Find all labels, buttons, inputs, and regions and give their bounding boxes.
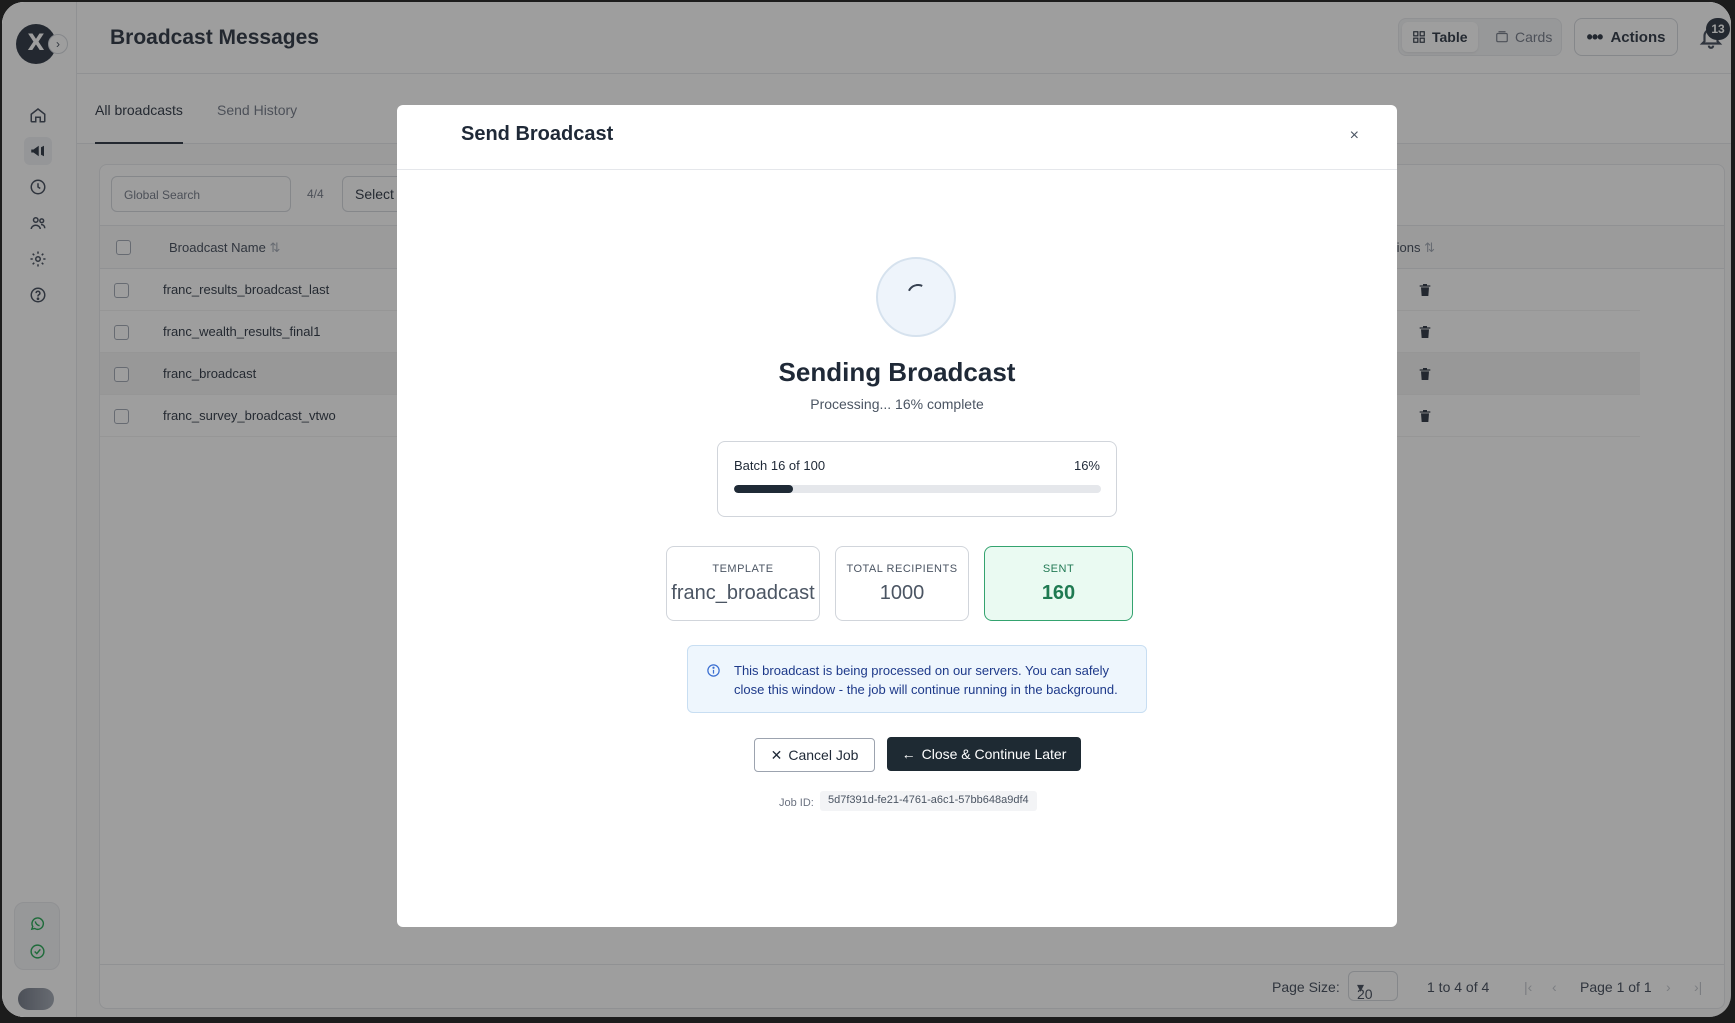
arrow-left-icon: ← — [901, 746, 916, 762]
modal-title: Send Broadcast — [461, 123, 614, 145]
job-id-label: Job ID: — [779, 797, 814, 809]
x-icon: ✕ — [770, 746, 783, 763]
batch-percent: 16% — [1073, 458, 1100, 473]
close-continue-label: Close & Continue Later — [921, 746, 1067, 762]
status-subtitle: Processing... 16% complete — [810, 396, 984, 412]
template-stat: TEMPLATE franc_broadcast — [666, 546, 820, 621]
close-continue-button[interactable]: ← Close & Continue Later — [887, 737, 1081, 771]
app-window: X › Broadcast Messages Table Cards ••• A… — [2, 2, 1731, 1017]
cancel-job-label: Cancel Job — [788, 747, 859, 763]
progress-bar-fill — [734, 485, 793, 493]
stat-label: SENT — [1042, 563, 1075, 575]
close-icon[interactable]: × — [1350, 127, 1359, 145]
batch-label: Batch 16 of 100 — [734, 458, 826, 473]
stat-label: TOTAL RECIPIENTS — [846, 563, 958, 575]
spinner-icon — [903, 280, 933, 310]
loading-spinner — [876, 257, 956, 337]
cancel-job-button[interactable]: ✕ Cancel Job — [754, 738, 875, 772]
modal-header: Send Broadcast × — [397, 105, 1397, 170]
info-icon — [707, 664, 720, 677]
batch-progress-panel: Batch 16 of 100 16% — [717, 441, 1117, 517]
stat-value: 1000 — [879, 582, 925, 604]
stat-value: franc_broadcast — [671, 582, 815, 604]
recipients-stat: TOTAL RECIPIENTS 1000 — [835, 546, 969, 621]
progress-bar — [734, 485, 1101, 493]
stat-label: TEMPLATE — [712, 563, 774, 575]
stat-value: 160 — [1041, 582, 1076, 604]
sent-stat: SENT 160 — [984, 546, 1133, 621]
info-text: This broadcast is being processed on our… — [734, 663, 1118, 697]
job-id-value: 5d7f391d-fe21-4761-a6c1-57bb648a9df4 — [820, 791, 1037, 811]
info-notice: This broadcast is being processed on our… — [687, 645, 1147, 713]
status-title: Sending Broadcast — [778, 357, 1016, 387]
send-broadcast-modal: Send Broadcast × Sending Broadcast Proce… — [397, 105, 1397, 927]
